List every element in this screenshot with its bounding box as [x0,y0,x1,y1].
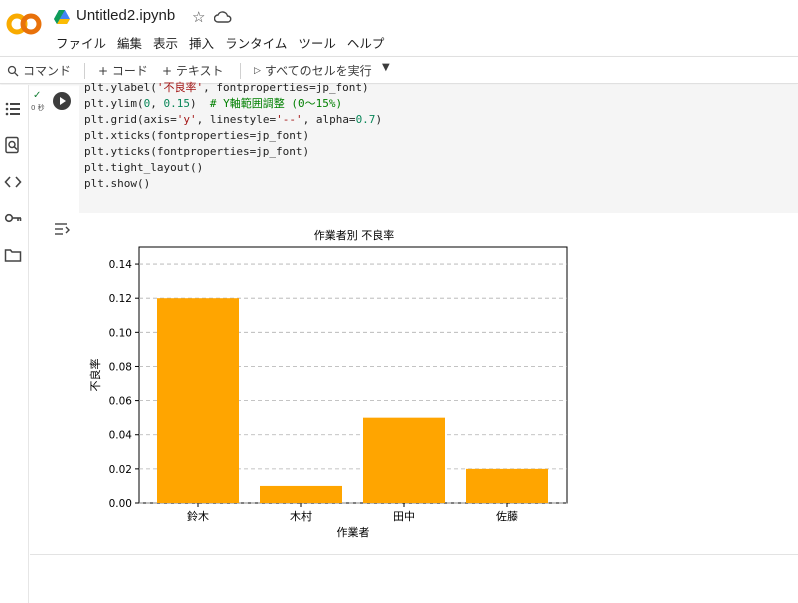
notebook-title[interactable]: Untitled2.ipynb [76,7,175,24]
menu-edit[interactable]: 編集 [117,33,142,52]
run-options-dropdown[interactable]: ▼ [382,62,390,73]
play-icon: ▷ [254,65,261,76]
y-tick-label: 0.06 [109,396,133,408]
execution-time: 0 秒 [31,104,45,112]
folder-icon[interactable] [4,246,22,264]
y-tick-label: 0.04 [109,430,133,442]
code-line: plt.xticks(fontproperties=jp_font) [84,129,310,142]
add-text-label: + テキスト [162,64,224,78]
add-code-button[interactable]: + コード [98,62,148,79]
chart-title: 作業者別 不良率 [314,228,395,242]
code-line: plt.grid(axis='y', linestyle='--', alpha… [84,113,383,126]
bar-0 [157,298,239,503]
y-tick-label: 0.00 [109,498,132,510]
menu-view[interactable]: 表示 [153,33,178,52]
star-icon[interactable]: ☆ [192,8,205,26]
toolbar-divider [84,63,85,79]
add-text-button[interactable]: + テキスト [162,62,224,79]
code-editor[interactable]: plt.ylabel('不良率', fontproperties=jp_font… [79,81,798,213]
code-line: plt.yticks(fontproperties=jp_font) [84,145,310,158]
code-line: plt.show() [84,177,151,190]
find-replace-icon[interactable] [4,136,22,154]
command-palette-button[interactable]: コマンド [7,62,71,79]
output-actions-icon[interactable] [54,222,72,236]
run-all-label: すべてのセルを実行 [264,64,372,78]
caret-down-icon: ▼ [382,62,390,73]
menu-bar: ファイル 編集 表示 挿入 ランタイム ツール ヘルプ [56,33,395,52]
y-tick-label: 0.08 [109,361,132,373]
x-tick-label: 木村 [290,509,312,523]
left-sidebar [0,85,29,603]
y-axis-label: 不良率 [88,359,102,392]
x-tick-label: 鈴木 [187,509,209,523]
bar-3 [466,468,548,503]
bar-chart: 作業者別 不良率 0.00 0.02 0.04 0.06 0.08 0.10 0.12 0.1… [88,228,568,539]
toolbar-divider [240,63,241,79]
x-axis-label: 作業者 [337,526,370,539]
search-icon [7,65,19,76]
colab-logo[interactable] [6,10,42,38]
bar-1 [260,485,342,503]
code-snippets-icon[interactable] [4,173,22,191]
code-line: plt.ylim(0, 0.15) # Y軸範囲調整 (0〜15%) [84,97,343,110]
menu-file[interactable]: ファイル [56,33,106,52]
add-code-label: + コード [98,64,148,78]
app-header: Untitled2.ipynb ☆ ファイル 編集 表示 挿入 ランタイム ツー… [0,0,798,56]
drive-icon[interactable] [54,9,70,25]
run-all-button[interactable]: ▷ すべてのセルを実行 [254,62,372,79]
table-of-contents-icon[interactable] [4,100,22,118]
menu-tools[interactable]: ツール [298,33,336,52]
y-tick-label: 0.12 [109,293,132,305]
y-tick-label: 0.14 [109,259,133,271]
key-icon[interactable] [4,209,22,227]
menu-insert[interactable]: 挿入 [189,33,214,52]
menu-help[interactable]: ヘルプ [347,33,385,52]
x-tick-label: 佐藤 [496,509,518,523]
code-line: plt.tight_layout() [84,161,204,174]
check-icon: ✓ [33,90,42,101]
y-tick-label: 0.02 [109,464,132,476]
code-line: plt.ylabel('不良率', fontproperties=jp_font… [84,81,369,94]
cloud-icon [214,11,232,23]
command-label: コマンド [23,64,72,78]
x-tick-label: 田中 [393,510,415,523]
y-tick-label: 0.10 [109,327,132,339]
menu-runtime[interactable]: ランタイム [225,33,287,52]
run-cell-button[interactable] [53,92,71,110]
bar-2 [363,417,445,503]
